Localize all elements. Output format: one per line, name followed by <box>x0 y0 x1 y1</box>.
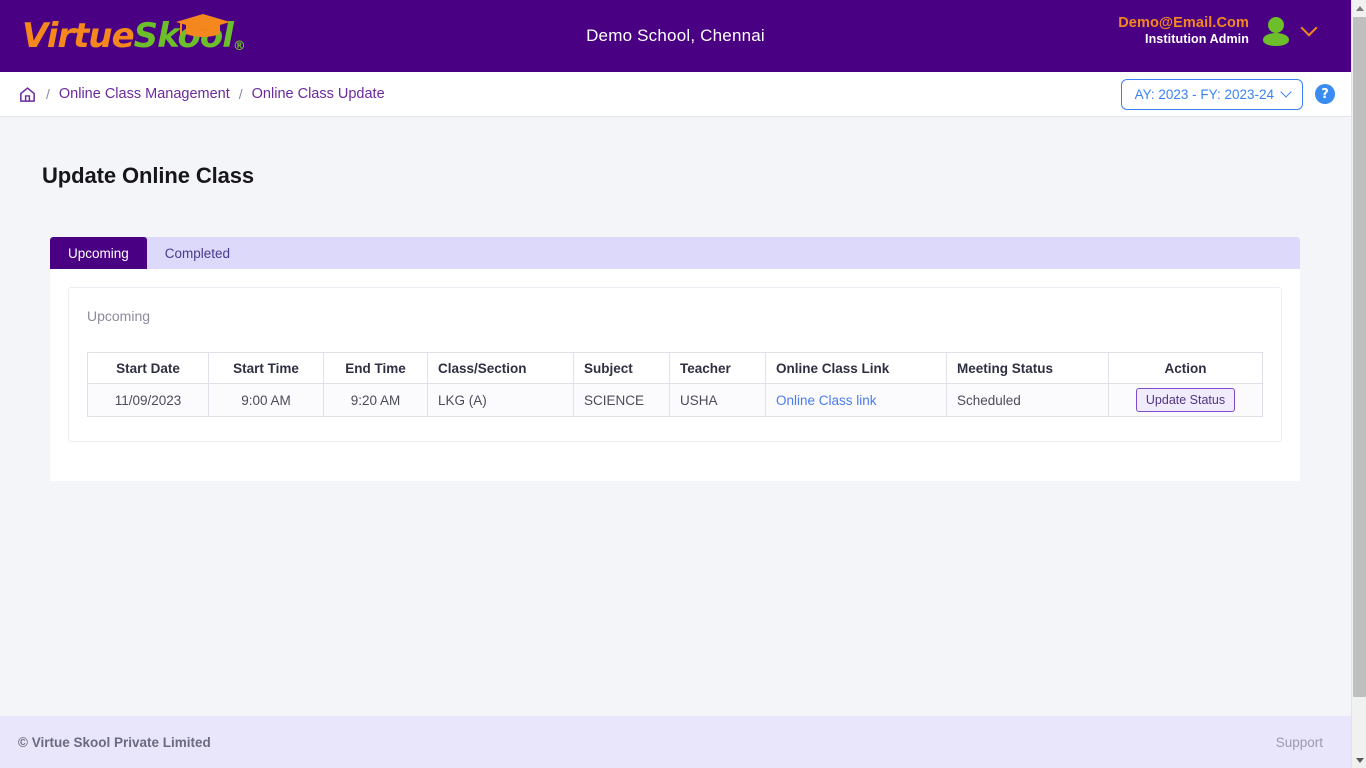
app-viewport: VirtueSkool® Demo School, Chennai Demo@E… <box>0 0 1366 768</box>
column-header-start-date: Start Date <box>87 352 209 384</box>
tab-upcoming[interactable]: Upcoming <box>50 237 147 269</box>
help-question-icon[interactable]: ? <box>1315 84 1335 104</box>
scrollbar-thumb[interactable] <box>1353 17 1366 697</box>
breadcrumb-bar: / Online Class Management / Online Class… <box>0 72 1351 117</box>
cell-action: Update Status <box>1108 383 1263 417</box>
app-header: VirtueSkool® Demo School, Chennai Demo@E… <box>0 0 1351 72</box>
table-row: 11/09/2023 9:00 AM 9:20 AM LKG (A) SCIEN… <box>87 383 1263 417</box>
tab-panel-upcoming: Upcoming Start Date Start Time End Time … <box>50 269 1300 481</box>
footer-copyright: © Virtue Skool Private Limited <box>18 734 211 750</box>
user-avatar-icon[interactable] <box>1263 16 1289 46</box>
user-menu[interactable]: Demo@Email.Com Institution Admin <box>1118 14 1318 48</box>
breadcrumb-actions: AY: 2023 - FY: 2023-24 ? <box>1120 78 1335 110</box>
breadcrumb: / Online Class Management / Online Class… <box>18 85 385 104</box>
triangle-down-icon <box>1355 757 1364 763</box>
help-glyph: ? <box>1321 86 1329 102</box>
page-title: Update Online Class <box>42 163 255 188</box>
cell-subject: SCIENCE <box>573 383 670 417</box>
avatar-head <box>1268 16 1284 33</box>
chevron-down-icon[interactable] <box>1300 19 1318 37</box>
content-panel: Upcoming Completed Upcoming Start Date S… <box>50 237 1300 481</box>
column-header-subject: Subject <box>573 352 670 384</box>
section-title: Upcoming <box>87 308 151 324</box>
column-header-end-time: End Time <box>323 352 428 384</box>
scrollbar-up-arrow-icon[interactable] <box>1352 0 1366 16</box>
user-info: Demo@Email.Com Institution Admin <box>1118 14 1249 48</box>
cell-start-time: 9:00 AM <box>208 383 324 417</box>
cell-online-class-link: Online Class link <box>765 383 947 417</box>
column-header-start-time: Start Time <box>208 352 324 384</box>
app-footer: © Virtue Skool Private Limited Support <box>0 716 1351 768</box>
page-scrollbar[interactable] <box>1351 0 1366 768</box>
breadcrumb-item-online-class-management[interactable]: Online Class Management <box>59 86 230 102</box>
user-role: Institution Admin <box>1145 32 1249 47</box>
academic-year-select[interactable]: AY: 2023 - FY: 2023-24 <box>1120 78 1303 110</box>
update-status-button[interactable]: Update Status <box>1135 388 1236 412</box>
user-email: Demo@Email.Com <box>1118 15 1249 31</box>
column-header-action: Action <box>1108 352 1263 384</box>
avatar-body <box>1263 32 1289 46</box>
column-header-meeting-status: Meeting Status <box>946 352 1109 384</box>
column-header-teacher: Teacher <box>669 352 766 384</box>
cell-class-section: LKG (A) <box>427 383 574 417</box>
scrollbar-down-arrow-icon[interactable] <box>1352 752 1366 768</box>
upcoming-card: Upcoming Start Date Start Time End Time … <box>68 287 1282 442</box>
footer-support-link[interactable]: Support <box>1276 735 1323 750</box>
online-class-link[interactable]: Online Class link <box>776 393 877 408</box>
cell-meeting-status: Scheduled <box>946 383 1109 417</box>
cell-end-time: 9:20 AM <box>323 383 428 417</box>
table-header-row: Start Date Start Time End Time Class/Sec… <box>87 352 1263 384</box>
triangle-up-icon <box>1355 5 1364 11</box>
home-icon[interactable] <box>18 85 37 104</box>
academic-year-label: AY: 2023 - FY: 2023-24 <box>1134 86 1274 102</box>
main-content: Update Online Class Upcoming Completed U… <box>0 117 1351 716</box>
cell-teacher: USHA <box>669 383 766 417</box>
breadcrumb-separator-1: / <box>46 86 50 102</box>
online-class-table: Start Date Start Time End Time Class/Sec… <box>87 352 1263 417</box>
tab-bar: Upcoming Completed <box>50 237 1300 269</box>
breadcrumb-item-online-class-update[interactable]: Online Class Update <box>252 86 385 102</box>
tab-completed[interactable]: Completed <box>147 237 248 269</box>
chevron-down-icon <box>1280 86 1292 98</box>
page-root: VirtueSkool® Demo School, Chennai Demo@E… <box>0 0 1351 768</box>
column-header-class-section: Class/Section <box>427 352 574 384</box>
column-header-online-class-link: Online Class Link <box>765 352 947 384</box>
cell-start-date: 11/09/2023 <box>87 383 209 417</box>
breadcrumb-separator-2: / <box>238 86 243 102</box>
